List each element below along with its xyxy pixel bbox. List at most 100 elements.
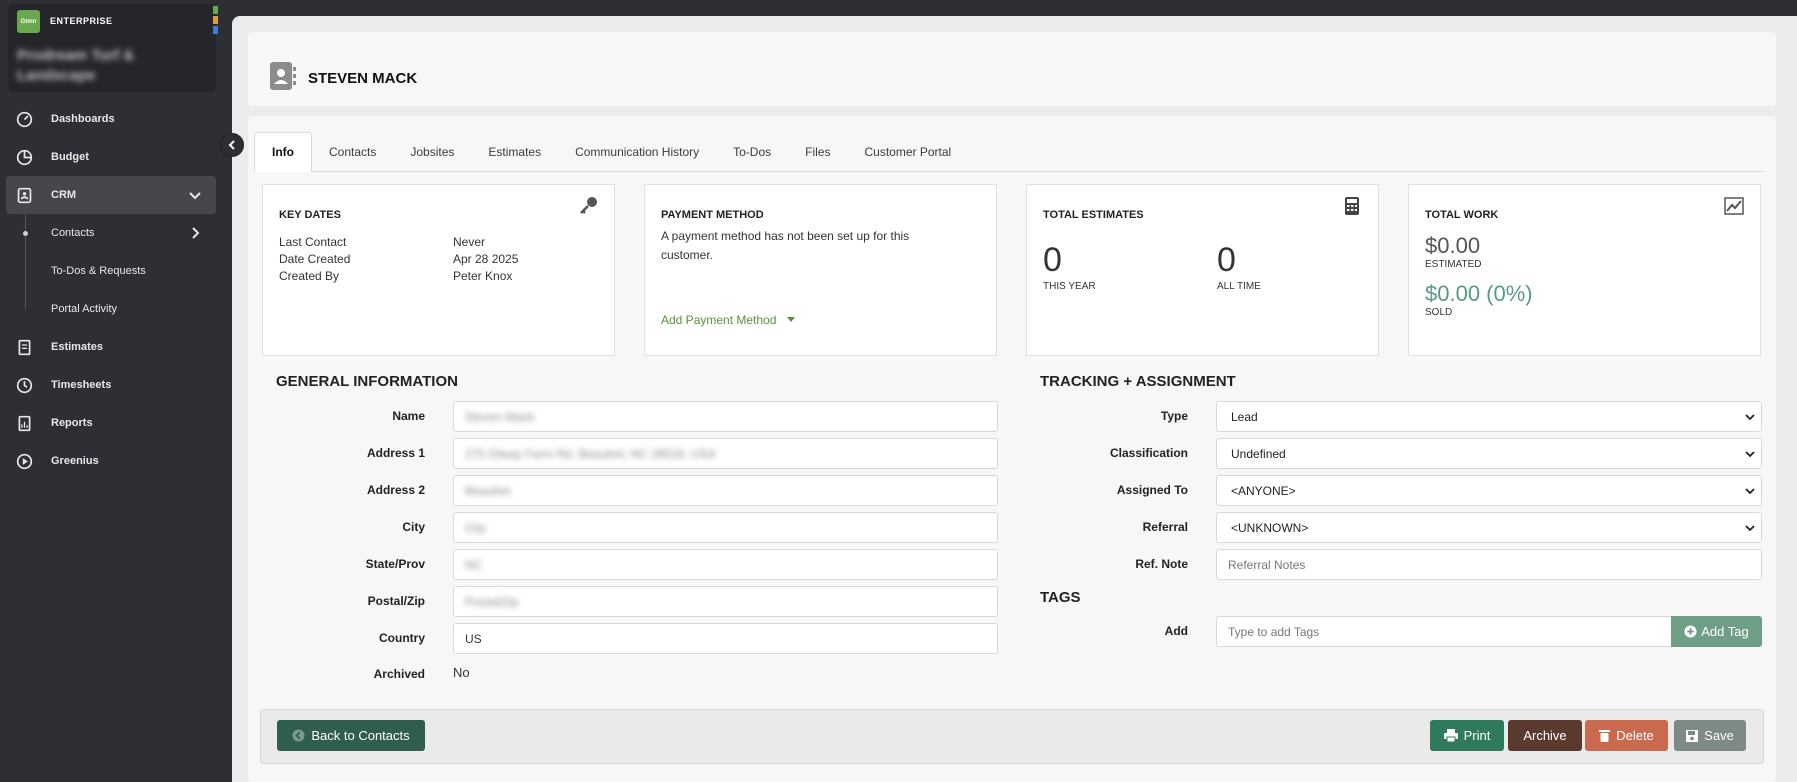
print-button[interactable]: Print bbox=[1430, 720, 1504, 751]
brand-stripe-blue bbox=[213, 26, 218, 34]
sidebar-nav: Dashboards Budget CRM Contacts To-Dos & … bbox=[0, 100, 232, 480]
print-label: Print bbox=[1463, 728, 1491, 743]
estimates-all-time-label: ALL TIME bbox=[1217, 281, 1261, 292]
nav-label-estimates: Estimates bbox=[51, 341, 103, 353]
add-payment-method-link[interactable]: Add Payment Method bbox=[661, 313, 796, 327]
brand-block[interactable]: Gtmn ENTERPRISE Prodream Turf & Landscap… bbox=[8, 4, 218, 92]
state-value: NC bbox=[465, 557, 483, 572]
country-label: Country bbox=[379, 631, 425, 645]
date-created-label: Date Created bbox=[279, 252, 351, 266]
arrow-left-circle-icon bbox=[292, 729, 305, 742]
delete-button[interactable]: Delete bbox=[1585, 720, 1668, 751]
address2-value: Beaufort bbox=[465, 483, 511, 498]
save-label: Save bbox=[1704, 728, 1734, 743]
estimates-this-year-value: 0 bbox=[1043, 241, 1062, 279]
save-button[interactable]: Save bbox=[1674, 720, 1746, 751]
nav-label-crm: CRM bbox=[51, 189, 77, 201]
total-work-estimated-value: $0.00 bbox=[1425, 233, 1481, 258]
tab-estimates[interactable]: Estimates bbox=[471, 132, 558, 172]
nav-tree-line bbox=[25, 290, 26, 309]
tab-customer-portal[interactable]: Customer Portal bbox=[847, 132, 968, 172]
nav-sub-contacts[interactable]: Contacts bbox=[0, 214, 232, 252]
nav-item-dashboards[interactable]: Dashboards bbox=[0, 100, 232, 138]
classification-select[interactable]: Undefined bbox=[1216, 438, 1762, 469]
chevron-right-icon bbox=[192, 227, 200, 239]
tab-todos[interactable]: To-Dos bbox=[716, 132, 788, 172]
chevron-down-icon bbox=[1745, 451, 1755, 458]
archived-label: Archived bbox=[373, 667, 425, 681]
nav-label-budget: Budget bbox=[51, 151, 89, 163]
brand-edition: ENTERPRISE bbox=[50, 16, 113, 26]
address-book-icon bbox=[17, 187, 32, 204]
referral-select[interactable]: <UNKNOWN> bbox=[1216, 512, 1762, 543]
document-icon bbox=[18, 339, 31, 356]
tab-files[interactable]: Files bbox=[788, 132, 847, 172]
sidebar: Gtmn ENTERPRISE Prodream Turf & Landscap… bbox=[0, 0, 232, 782]
nav-item-greenius[interactable]: Greenius bbox=[0, 442, 232, 480]
nav-label-contacts: Contacts bbox=[51, 227, 95, 239]
contact-card-icon bbox=[270, 62, 296, 90]
nav-item-timesheets[interactable]: Timesheets bbox=[0, 366, 232, 404]
nav-item-reports[interactable]: Reports bbox=[0, 404, 232, 442]
add-tag-button[interactable]: Add Tag bbox=[1671, 616, 1762, 647]
dashboard-gauge-icon bbox=[16, 111, 33, 128]
nav-sub-portal[interactable]: Portal Activity bbox=[0, 290, 232, 328]
name-label: Name bbox=[392, 409, 425, 423]
tab-info[interactable]: Info bbox=[254, 132, 312, 172]
chevron-down-icon bbox=[189, 192, 201, 200]
trash-icon bbox=[1599, 730, 1611, 742]
back-to-contacts-button[interactable]: Back to Contacts bbox=[277, 720, 425, 751]
sidebar-collapse-button[interactable] bbox=[220, 133, 244, 157]
country-field[interactable]: US bbox=[453, 623, 998, 654]
state-label: State/Prov bbox=[365, 557, 425, 571]
brand-stripe-green bbox=[213, 6, 218, 14]
payment-method-card: PAYMENT METHOD A payment method has not … bbox=[644, 184, 997, 356]
tab-bar: Info Contacts Jobsites Estimates Communi… bbox=[254, 132, 1764, 172]
tags-placeholder: Type to add Tags bbox=[1228, 624, 1320, 639]
type-select[interactable]: Lead bbox=[1216, 401, 1762, 432]
city-label: City bbox=[402, 520, 425, 534]
chevron-down-icon bbox=[1745, 525, 1755, 532]
address1-field[interactable]: 275 Olway Farm Rd, Beaufort, NC 28516, U… bbox=[453, 438, 998, 469]
name-field[interactable]: Steven Mack bbox=[453, 401, 998, 432]
report-icon bbox=[18, 415, 31, 432]
add-payment-method-label: Add Payment Method bbox=[661, 313, 777, 327]
archive-button[interactable]: Archive bbox=[1508, 720, 1582, 751]
ref-note-label: Ref. Note bbox=[1135, 557, 1188, 571]
nav-sub-todos[interactable]: To-Dos & Requests bbox=[0, 252, 232, 290]
nav-label-todos: To-Dos & Requests bbox=[51, 265, 146, 277]
country-value: US bbox=[465, 631, 482, 646]
tags-title: TAGS bbox=[1040, 589, 1081, 606]
chevron-down-icon bbox=[1745, 488, 1755, 495]
key-icon bbox=[580, 197, 597, 214]
nav-item-crm[interactable]: CRM bbox=[6, 176, 216, 214]
tags-input[interactable]: Type to add Tags bbox=[1216, 616, 1672, 647]
ref-note-field[interactable]: Referral Notes bbox=[1216, 549, 1762, 580]
address2-field[interactable]: Beaufort bbox=[453, 475, 998, 506]
nav-item-budget[interactable]: Budget bbox=[0, 138, 232, 176]
assigned-to-select[interactable]: <ANYONE> bbox=[1216, 475, 1762, 506]
delete-label: Delete bbox=[1616, 728, 1654, 743]
tab-jobsites[interactable]: Jobsites bbox=[393, 132, 471, 172]
pie-chart-icon bbox=[16, 149, 33, 166]
nav-label-greenius: Greenius bbox=[51, 455, 99, 467]
ref-note-placeholder: Referral Notes bbox=[1228, 557, 1306, 572]
assigned-to-value: <ANYONE> bbox=[1231, 483, 1296, 498]
postal-value: Postal/Zip bbox=[465, 594, 519, 609]
type-label: Type bbox=[1160, 409, 1188, 423]
tab-communication-history[interactable]: Communication History bbox=[558, 132, 716, 172]
company-name: Prodream Turf & Landscape bbox=[17, 47, 135, 84]
postal-label: Postal/Zip bbox=[367, 594, 425, 608]
last-contact-label: Last Contact bbox=[279, 235, 347, 249]
total-estimates-card: TOTAL ESTIMATES 0 THIS YEAR 0 ALL TIME bbox=[1026, 184, 1379, 356]
type-value: Lead bbox=[1231, 409, 1258, 424]
nav-item-estimates[interactable]: Estimates bbox=[0, 328, 232, 366]
calculator-icon bbox=[1345, 197, 1359, 215]
name-value: Steven Mack bbox=[465, 409, 535, 424]
state-field[interactable]: NC bbox=[453, 549, 998, 580]
back-to-contacts-label: Back to Contacts bbox=[311, 728, 410, 743]
postal-field[interactable]: Postal/Zip bbox=[453, 586, 998, 617]
archive-label: Archive bbox=[1523, 728, 1567, 743]
city-field[interactable]: City bbox=[453, 512, 998, 543]
tab-contacts[interactable]: Contacts bbox=[312, 132, 393, 172]
